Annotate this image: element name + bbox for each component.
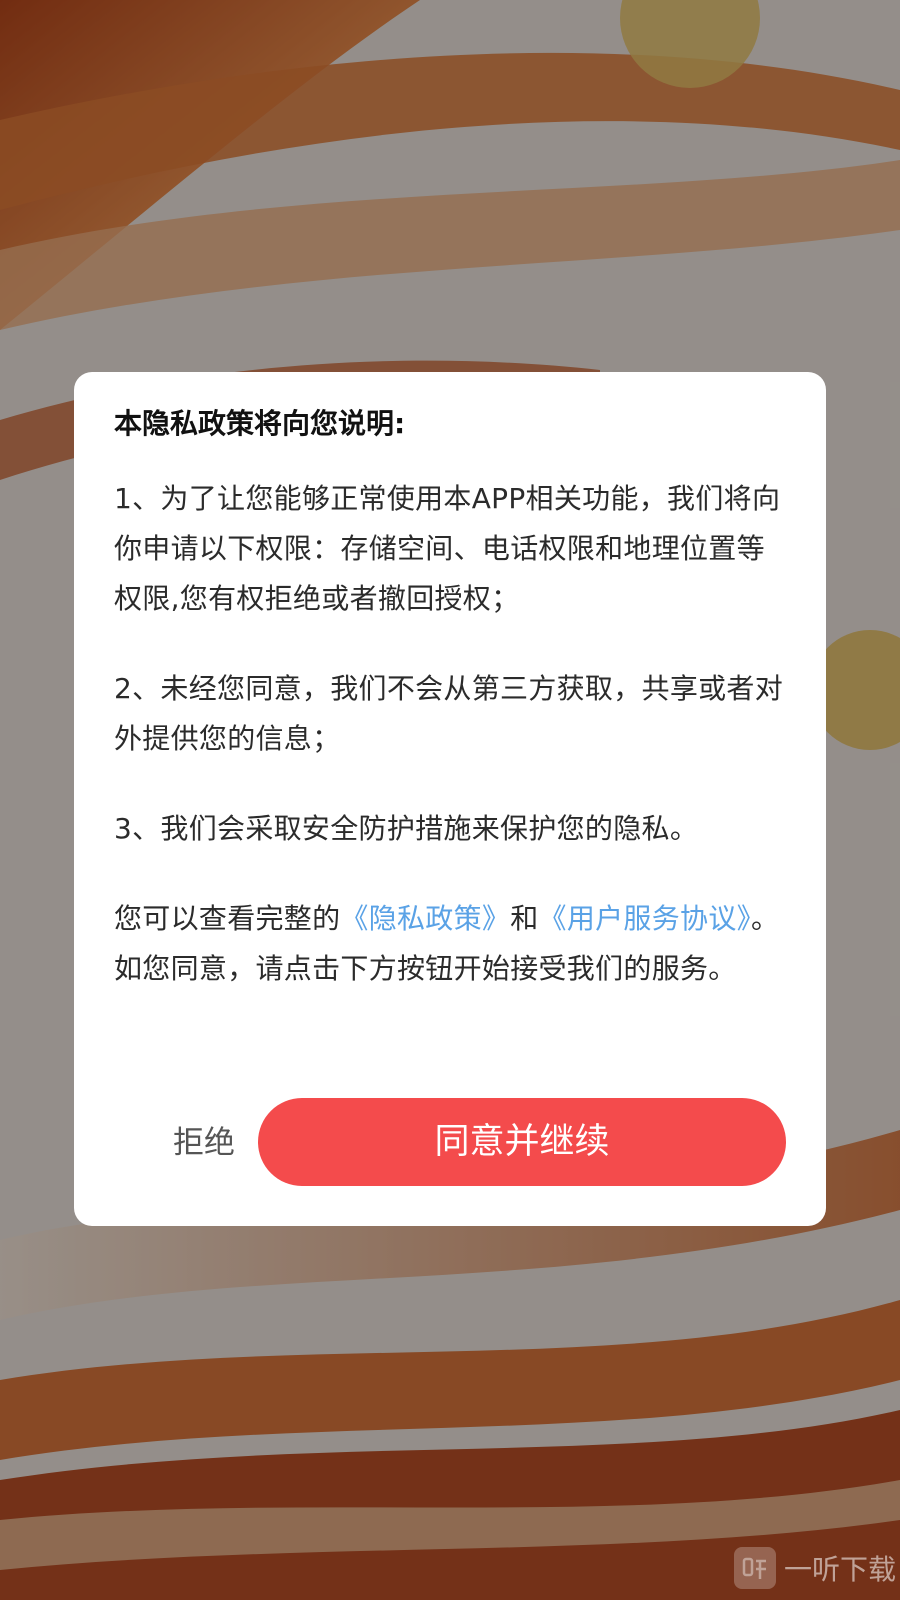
reject-button[interactable]: 拒绝: [134, 1098, 274, 1188]
user-agreement-link[interactable]: 《用户服务协议》: [539, 902, 751, 935]
notice-prefix: 您可以查看完整的: [114, 902, 341, 935]
agree-continue-button[interactable]: 同意并继续: [258, 1098, 786, 1186]
policy-notice: 您可以查看完整的《隐私政策》和《用户服务协议》。如您同意，请点击下方按钮开始接受…: [114, 894, 786, 994]
dialog-actions: 拒绝 同意并继续: [74, 1098, 826, 1188]
policy-item-1: 1、为了让您能够正常使用本APP相关功能，我们将向你申请以下权限：存储空间、电话…: [114, 482, 781, 615]
dialog-title: 本隐私政策将向您说明:: [114, 407, 406, 440]
policy-item-3: 3、我们会采取安全防护措施来保护您的隐私。: [114, 812, 699, 845]
watermark-text: 一听下载: [783, 1553, 896, 1586]
listen-logo-icon: [733, 1547, 776, 1589]
privacy-dialog: 本隐私政策将向您说明: 1、为了让您能够正常使用本APP相关功能，我们将向你申请…: [74, 372, 826, 1226]
policy-item-2: 2、未经您同意，我们不会从第三方获取，共享或者对外提供您的信息；: [114, 672, 784, 755]
watermark: 一听下载: [733, 1536, 900, 1600]
privacy-policy-link[interactable]: 《隐私政策》: [340, 902, 510, 935]
notice-and: 和: [510, 902, 539, 935]
screen: 本隐私政策将向您说明: 1、为了让您能够正常使用本APP相关功能，我们将向你申请…: [0, 0, 900, 1600]
